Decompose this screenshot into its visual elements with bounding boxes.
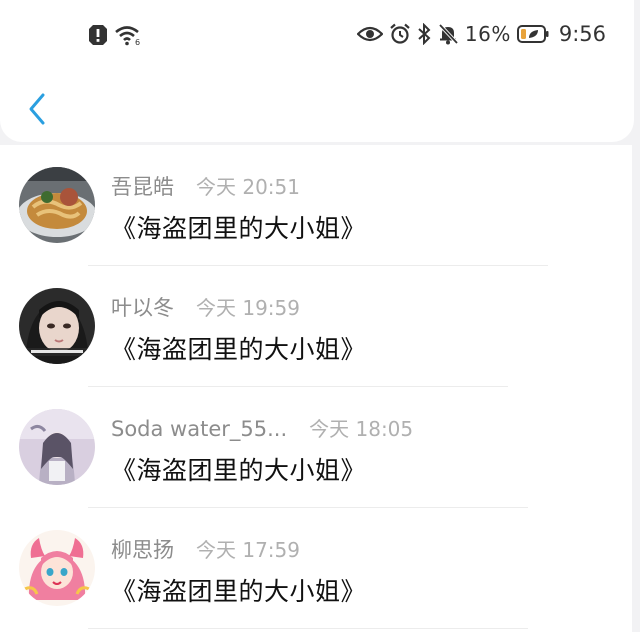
message-time: 今天 19:59 bbox=[196, 296, 300, 320]
back-button[interactable] bbox=[22, 90, 52, 128]
message-time: 今天 20:51 bbox=[196, 175, 300, 199]
battery-percent: 16% bbox=[464, 22, 511, 46]
avatar[interactable] bbox=[19, 530, 95, 606]
message-text: 《海盗团里的大小姐》 bbox=[111, 577, 367, 606]
message-time: 今天 18:05 bbox=[309, 417, 414, 441]
eye-icon bbox=[356, 24, 383, 44]
sender-name: 叶以冬 bbox=[111, 296, 174, 320]
chevron-left-icon bbox=[29, 93, 45, 125]
svg-text:6: 6 bbox=[135, 38, 140, 46]
avatar[interactable] bbox=[19, 288, 95, 364]
status-left: 6 bbox=[88, 24, 144, 46]
status-time: 9:56 bbox=[558, 22, 606, 46]
message-text: 《海盗团里的大小姐》 bbox=[111, 214, 367, 243]
avatar[interactable] bbox=[19, 409, 95, 485]
status-right: 16% 9:56 bbox=[356, 22, 606, 46]
alarm-icon bbox=[389, 23, 411, 45]
alert-icon bbox=[88, 24, 108, 46]
avatar[interactable] bbox=[19, 167, 95, 243]
divider bbox=[88, 628, 528, 629]
message-text: 《海盗团里的大小姐》 bbox=[111, 456, 367, 485]
conversation-meta: Soda water_55... 今天 18:05 bbox=[111, 413, 413, 442]
bluetooth-icon bbox=[417, 23, 431, 45]
header-bar: 6 16% 9:56 bbox=[0, 0, 634, 142]
conversation-list: 吾昆皓 今天 20:51 《海盗团里的大小姐》 叶以冬 今天 19:59 《海盗… bbox=[0, 145, 632, 632]
mute-icon bbox=[437, 23, 459, 45]
message-time: 今天 17:59 bbox=[196, 538, 300, 562]
sender-name: Soda water_55... bbox=[111, 417, 288, 441]
conversation-item[interactable]: 叶以冬 今天 19:59 《海盗团里的大小姐》 bbox=[0, 266, 632, 387]
message-text: 《海盗团里的大小姐》 bbox=[111, 335, 367, 364]
conversation-meta: 吾昆皓 今天 20:51 bbox=[111, 171, 300, 201]
conversation-item[interactable]: Soda water_55... 今天 18:05 《海盗团里的大小姐》 bbox=[0, 387, 632, 508]
conversation-item[interactable]: 柳思扬 今天 17:59 《海盗团里的大小姐》 bbox=[0, 508, 632, 629]
sender-name: 柳思扬 bbox=[111, 538, 174, 562]
status-bar: 6 16% 9:56 bbox=[0, 18, 640, 58]
conversation-item[interactable]: 吾昆皓 今天 20:51 《海盗团里的大小姐》 bbox=[0, 145, 632, 266]
screen: 6 16% 9:56 吾昆皓 今天 20:51 《海盗团里的大小姐》 叶以冬 今… bbox=[0, 0, 640, 632]
battery-icon bbox=[516, 24, 549, 44]
conversation-meta: 叶以冬 今天 19:59 bbox=[111, 292, 300, 322]
scroll-edge bbox=[632, 145, 640, 632]
sender-name: 吾昆皓 bbox=[111, 175, 174, 199]
conversation-meta: 柳思扬 今天 17:59 bbox=[111, 534, 300, 564]
wifi-icon: 6 bbox=[114, 24, 144, 46]
